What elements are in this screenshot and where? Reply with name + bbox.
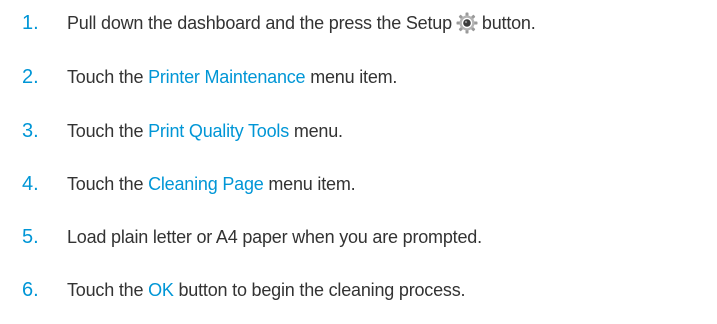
gear-icon bbox=[456, 12, 478, 34]
step-number: 1. bbox=[22, 12, 39, 34]
step-text-pre: Pull down the dashboard and the press th… bbox=[67, 13, 452, 33]
step-text-post: button to begin the cleaning process. bbox=[178, 280, 466, 300]
step-number: 5. bbox=[22, 226, 39, 248]
step-text-post: button. bbox=[481, 13, 536, 33]
step-number: 2. bbox=[22, 66, 39, 88]
printer-maintenance-menu-link: Printer Maintenance bbox=[148, 67, 306, 87]
step-number: 3. bbox=[22, 120, 39, 142]
step-text: Touch the Cleaning Page menu item. bbox=[67, 164, 356, 204]
step-text-pre: Touch the bbox=[67, 174, 144, 194]
ok-button-link: OK bbox=[148, 280, 174, 300]
step-text-pre: Touch the bbox=[67, 280, 144, 300]
step-text-post: menu item. bbox=[268, 174, 356, 194]
instruction-steps-list: 1. Pull down the dashboard and the press… bbox=[0, 0, 717, 324]
step-text: Touch the OK button to begin the cleanin… bbox=[67, 270, 466, 310]
print-quality-tools-menu-link: Print Quality Tools bbox=[148, 121, 290, 141]
step-text-post: menu item. bbox=[310, 67, 398, 87]
step-number: 4. bbox=[22, 173, 39, 195]
step-text-post: menu. bbox=[293, 121, 343, 141]
step-number: 6. bbox=[22, 279, 39, 301]
cleaning-page-menu-link: Cleaning Page bbox=[148, 174, 264, 194]
step-text-pre: Touch the bbox=[67, 121, 144, 141]
step-text: Touch the Print Quality Tools menu. bbox=[67, 111, 343, 151]
step-text-pre: Touch the bbox=[67, 67, 144, 87]
step-text: Pull down the dashboard and the press th… bbox=[67, 3, 536, 43]
step-text: Touch the Printer Maintenance menu item. bbox=[67, 57, 397, 97]
step-text: Load plain letter or A4 paper when you a… bbox=[67, 227, 482, 247]
